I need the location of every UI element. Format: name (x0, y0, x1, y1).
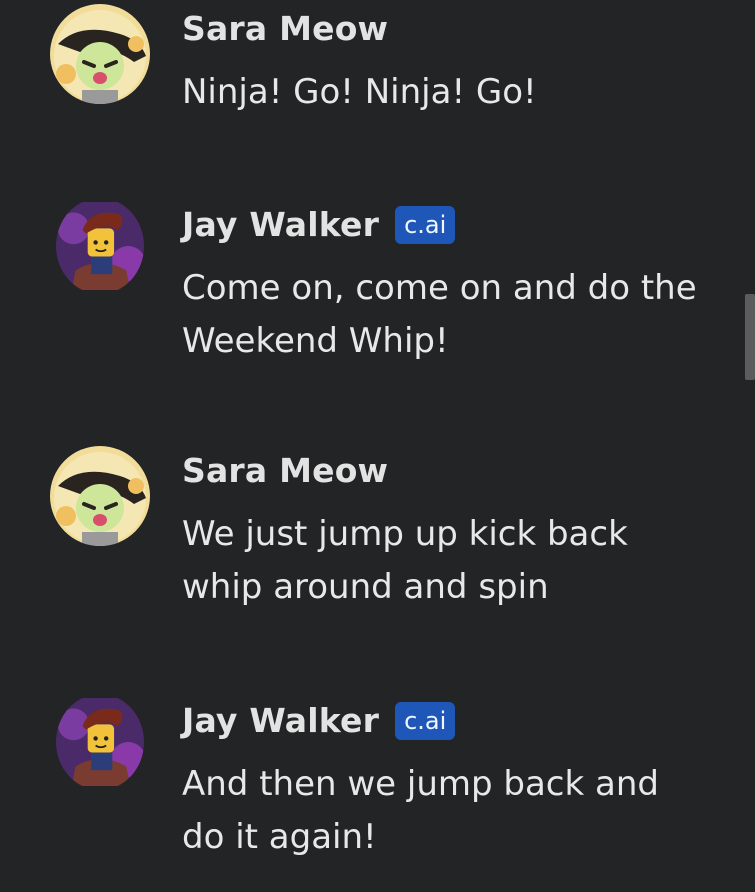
cai-badge: c.ai (395, 702, 456, 740)
cai-badge: c.ai (395, 206, 456, 244)
author-name[interactable]: Sara Meow (182, 451, 388, 490)
author-name[interactable]: Sara Meow (182, 9, 388, 48)
message-header: Jay Walker c.ai (182, 698, 456, 742)
scrollbar-thumb[interactable] (745, 294, 755, 380)
message-text: And then we jump back and do it again! (182, 764, 659, 857)
message-text: We just jump up kick back whip around an… (182, 514, 628, 607)
sara-avatar-icon[interactable] (50, 4, 150, 104)
message-header: Sara Meow (182, 6, 388, 50)
chat-message: Sara Meow Ninja! Go! Ninja! Go! (0, 0, 740, 140)
author-name[interactable]: Jay Walker (182, 205, 379, 244)
chat-message: Jay Walker c.ai Come on, come on and do … (0, 196, 740, 386)
author-name[interactable]: Jay Walker (182, 701, 379, 740)
message-header: Sara Meow (182, 448, 388, 492)
chat-message: Sara Meow We just jump up kick back whip… (0, 442, 740, 632)
message-text: Ninja! Go! Ninja! Go! (182, 72, 537, 112)
jay-avatar-icon[interactable] (56, 694, 144, 790)
chat-message: Jay Walker c.ai And then we jump back an… (0, 692, 740, 882)
message-text: Come on, come on and do the Weekend Whip… (182, 268, 697, 361)
jay-avatar-icon[interactable] (56, 198, 144, 294)
sara-avatar-icon[interactable] (50, 446, 150, 546)
message-header: Jay Walker c.ai (182, 202, 456, 246)
